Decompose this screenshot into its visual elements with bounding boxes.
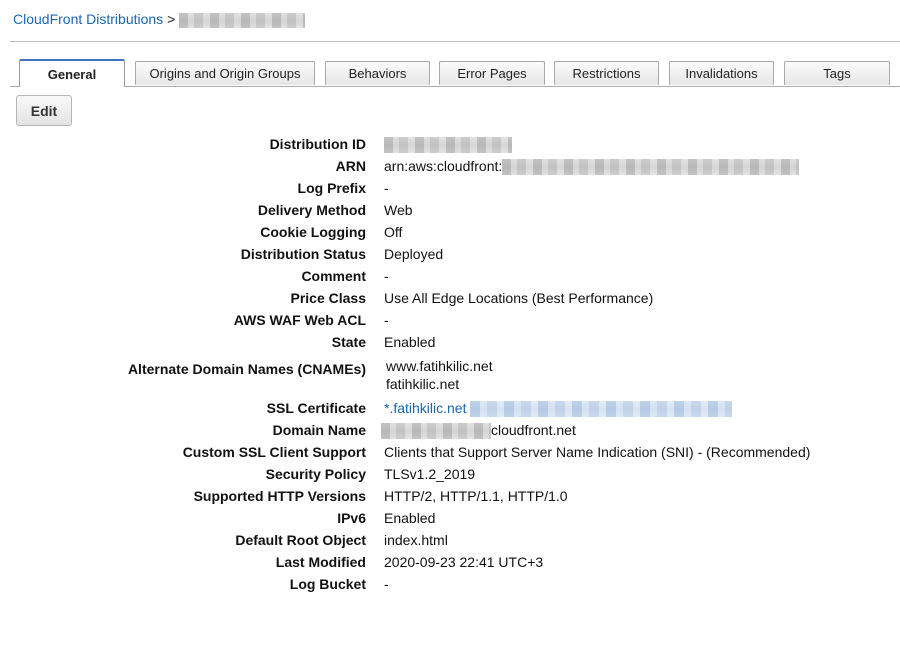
detail-label: Security Policy [265,466,366,482]
tab-bar: General Origins and Origin Groups Behavi… [18,59,890,87]
breadcrumb-root-link[interactable]: CloudFront Distributions [13,11,163,27]
tab-restrictions[interactable]: Restrictions [554,61,659,85]
detail-label: Last Modified [275,554,366,570]
tab-invalidations[interactable]: Invalidations [669,61,774,85]
tab-baseline [10,86,900,87]
detail-label: Custom SSL Client Support [182,444,366,460]
tab-tags[interactable]: Tags [784,61,890,85]
detail-value: TLSv1.2_2019 [384,466,476,482]
detail-value: - [384,312,389,328]
detail-value: www.fatihkilic.net fatihkilic.net [386,357,493,393]
tab-error-pages[interactable]: Error Pages [439,61,545,85]
detail-label: Price Class [290,290,367,306]
detail-label: Log Prefix [297,180,366,196]
tab-general[interactable]: General [19,59,125,87]
detail-label: AWS WAF Web ACL [233,312,366,328]
edit-button[interactable]: Edit [16,95,72,126]
cname-item: www.fatihkilic.net [386,358,493,374]
detail-label: Supported HTTP Versions [193,488,366,504]
breadcrumb-separator: > [167,11,176,27]
detail-label: Distribution ID [269,136,366,152]
detail-label: Domain Name [272,422,366,438]
breadcrumb: CloudFront Distributions > [13,10,306,28]
detail-label: Default Root Object [235,532,366,548]
detail-value: Enabled [384,510,436,526]
detail-value: Deployed [384,246,444,262]
detail-label: Cookie Logging [260,224,366,240]
detail-value: HTTP/2, HTTP/1.1, HTTP/1.0 [384,488,568,504]
detail-value: 2020-09-23 22:41 UTC+3 [384,554,544,570]
cname-item: fatihkilic.net [386,376,460,392]
detail-value: Clients that Support Server Name Indicat… [384,444,811,460]
arn-prefix: arn:aws:cloudfront: [384,158,503,174]
detail-label: IPv6 [337,510,366,526]
detail-label: Comment [301,268,366,284]
redacted-certificate-id [470,401,733,418]
detail-value: cloudfront.net [381,421,576,440]
tab-origins[interactable]: Origins and Origin Groups [135,61,315,85]
detail-value: Use All Edge Locations (Best Performance… [384,290,654,306]
detail-row-cnames: Alternate Domain Names (CNAMEs) www.fati… [0,357,900,395]
detail-label: Distribution Status [240,246,366,262]
detail-value: - [384,268,389,284]
tab-behaviors[interactable]: Behaviors [325,61,430,85]
detail-value: Enabled [384,334,436,350]
detail-value: Web [384,202,413,218]
redacted-domain-prefix [381,423,491,440]
detail-label: Alternate Domain Names (CNAMEs) [127,361,366,377]
detail-label: Delivery Method [257,202,366,218]
detail-label: ARN [335,158,366,174]
detail-label: Log Bucket [289,576,366,592]
redacted-distribution-name [179,12,306,28]
detail-value: - [384,576,389,592]
domain-suffix: cloudfront.net [491,422,576,438]
redacted-distribution-id [384,137,512,154]
ssl-certificate-link[interactable]: *.fatihkilic.net [384,400,466,416]
detail-value: - [384,180,389,196]
redacted-arn [502,159,800,176]
detail-label: State [331,334,366,350]
detail-value: *.fatihkilic.net [384,399,733,418]
header-divider [10,41,900,42]
detail-value: Off [384,224,403,240]
detail-value [384,135,512,154]
detail-value: index.html [384,532,448,548]
detail-value: arn:aws:cloudfront: [384,157,800,176]
detail-label: SSL Certificate [266,400,366,416]
